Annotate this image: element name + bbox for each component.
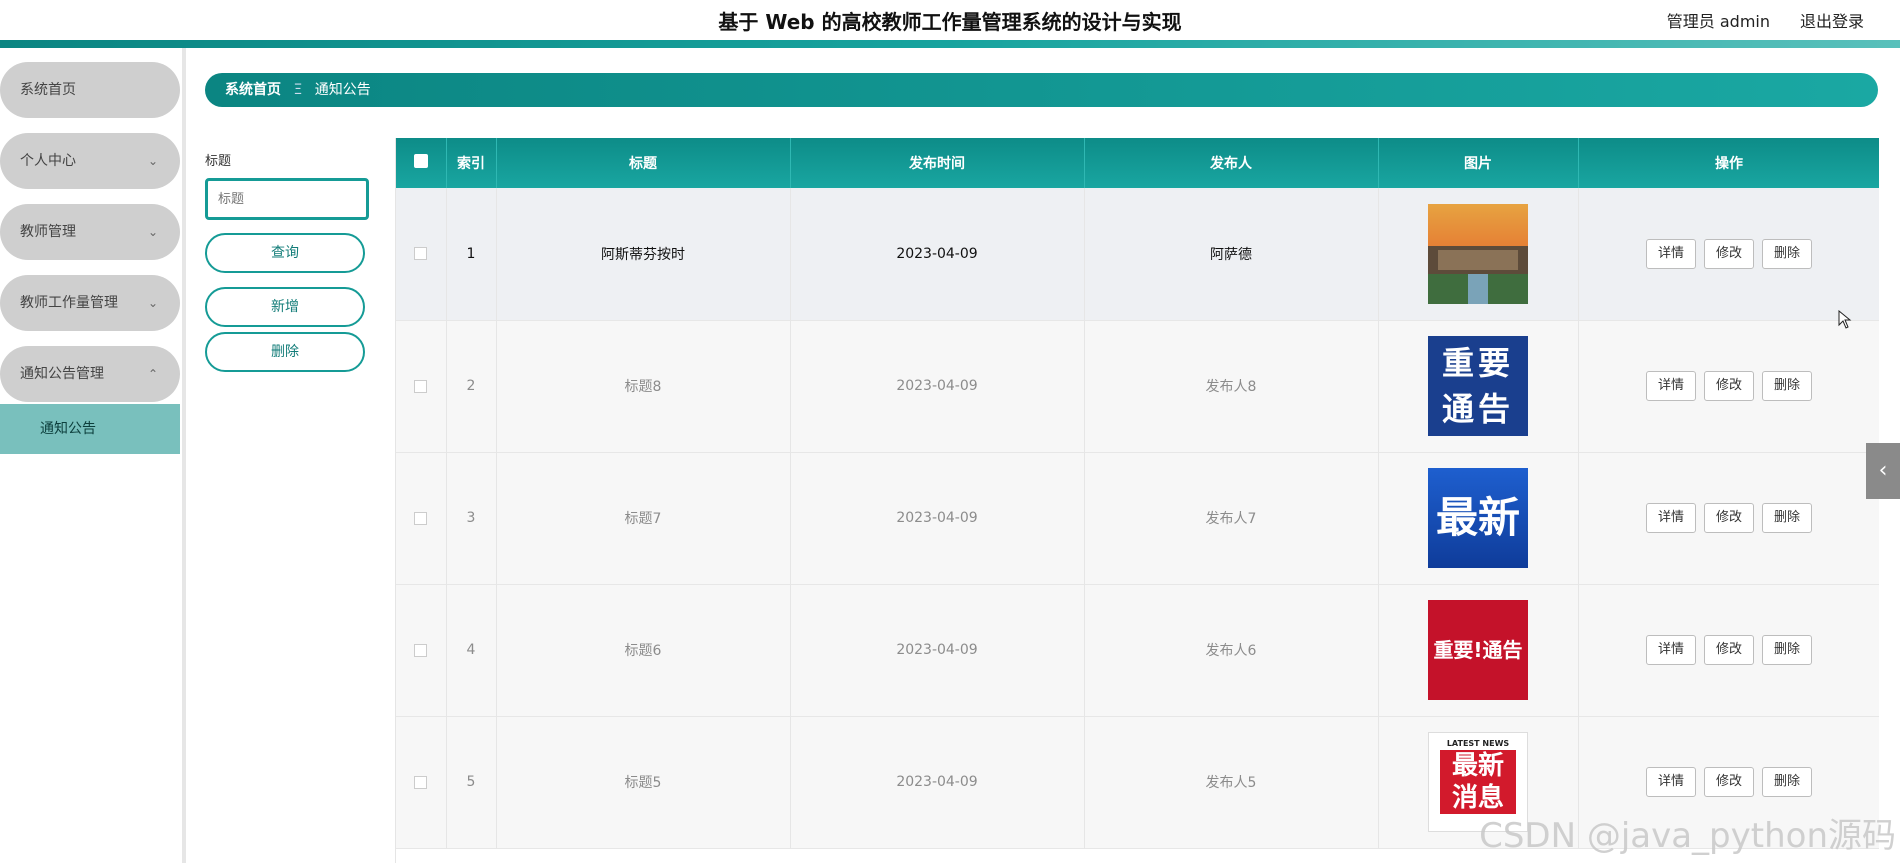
row-date: 2023-04-09: [790, 452, 1085, 584]
sidebar-item-label: 教师工作量管理: [20, 295, 118, 311]
sidebar-item-label: 教师管理: [20, 224, 76, 240]
mouse-cursor-icon: [1838, 310, 1852, 329]
sidebar-item-workload-management[interactable]: 教师工作量管理 ⌄: [0, 275, 180, 331]
chevron-left-icon: ‹: [1878, 458, 1888, 483]
column-header-title: 标题: [496, 138, 791, 188]
app-title: 基于 Web 的高校教师工作量管理系统的设计与实现: [718, 10, 1182, 34]
row-title: 标题8: [496, 320, 791, 452]
breadcrumb-separator: Ξ: [293, 82, 303, 98]
header-accent-bar: [0, 40, 1900, 48]
row-publisher: 阿萨德: [1084, 188, 1379, 320]
row-checkbox[interactable]: [414, 247, 428, 261]
search-label: 标题: [205, 154, 232, 169]
row-date: 2023-04-09: [790, 716, 1085, 848]
sidebar-item-personal-center[interactable]: 个人中心 ⌄: [0, 133, 180, 189]
add-button[interactable]: 新增: [205, 287, 365, 327]
edit-button[interactable]: 修改: [1704, 767, 1754, 797]
row-index: 2: [446, 320, 497, 452]
detail-button[interactable]: 详情: [1646, 371, 1696, 401]
table-row: 3 标题7 2023-04-09 发布人7 最新 详情 修改 删除: [396, 452, 1879, 584]
row-title: 标题5: [496, 716, 791, 848]
row-delete-button[interactable]: 删除: [1762, 635, 1812, 665]
table-row: 2 标题8 2023-04-09 发布人8 重要通告 详情 修改 删除: [396, 320, 1879, 452]
notice-image-text: 重要!通告: [1433, 638, 1523, 662]
column-header-publisher: 发布人: [1084, 138, 1379, 188]
row-delete-button[interactable]: 删除: [1762, 238, 1812, 269]
column-header-date: 发布时间: [790, 138, 1085, 188]
row-index: 1: [446, 188, 497, 320]
sidebar-item-label: 系统首页: [20, 82, 76, 98]
notice-image-subtext: LATEST NEWS: [1446, 739, 1510, 748]
column-header-image: 图片: [1378, 138, 1579, 188]
row-title: 标题7: [496, 452, 791, 584]
sidebar-subitem-notice[interactable]: 通知公告: [0, 404, 180, 454]
notice-image: 重要通告: [1428, 336, 1528, 436]
breadcrumb-home[interactable]: 系统首页: [225, 82, 281, 98]
notice-image-text: 重要通告: [1441, 344, 1514, 428]
detail-button[interactable]: 详情: [1646, 503, 1696, 533]
row-delete-button[interactable]: 删除: [1762, 767, 1812, 797]
row-publisher: 发布人8: [1084, 320, 1379, 452]
row-checkbox[interactable]: [414, 379, 428, 393]
notice-image-text: 最新: [1435, 493, 1520, 542]
edit-button[interactable]: 修改: [1704, 238, 1754, 269]
row-publisher: 发布人7: [1084, 452, 1379, 584]
title-search-input[interactable]: [205, 178, 369, 220]
detail-button[interactable]: 详情: [1646, 635, 1696, 665]
row-index: 5: [446, 716, 497, 848]
detail-button[interactable]: 详情: [1646, 767, 1696, 797]
notice-image: 最新: [1428, 468, 1528, 568]
sidebar-item-label: 通知公告管理: [20, 366, 104, 382]
detail-button[interactable]: 详情: [1646, 238, 1696, 269]
row-date: 2023-04-09: [790, 320, 1085, 452]
row-date: 2023-04-09: [790, 188, 1085, 320]
row-checkbox[interactable]: [414, 511, 428, 525]
select-all-checkbox[interactable]: [396, 138, 447, 188]
sidebar-item-label: 个人中心: [20, 153, 76, 169]
notice-image-text: 最新消息: [1440, 750, 1516, 814]
table-row: 4 标题6 2023-04-09 发布人6 重要!通告 详情 修改 删除: [396, 584, 1879, 716]
row-title: 标题6: [496, 584, 791, 716]
table-header-row: 索引 标题 发布时间 发布人 图片 操作: [396, 138, 1879, 188]
sidebar-item-notice-management[interactable]: 通知公告管理 ⌃: [0, 346, 180, 402]
row-delete-button[interactable]: 删除: [1762, 371, 1812, 401]
row-checkbox[interactable]: [414, 775, 428, 789]
breadcrumb: 系统首页 Ξ 通知公告: [205, 73, 1878, 107]
row-title: 阿斯蒂芬按时: [496, 188, 791, 320]
row-publisher: 发布人5: [1084, 716, 1379, 848]
sidebar-item-teacher-management[interactable]: 教师管理 ⌄: [0, 204, 180, 260]
row-publisher: 发布人6: [1084, 584, 1379, 716]
sidebar: 系统首页 个人中心 ⌄ 教师管理 ⌄ 教师工作量管理 ⌄ 通知公告管理 ⌃ 通知…: [0, 48, 186, 863]
breadcrumb-current: 通知公告: [314, 82, 371, 98]
table-row: 1 阿斯蒂芬按时 2023-04-09 阿萨德 详情 修改 删除: [396, 188, 1879, 320]
chevron-down-icon: ⌄: [147, 154, 158, 168]
row-delete-button[interactable]: 删除: [1762, 503, 1812, 533]
edit-button[interactable]: 修改: [1704, 635, 1754, 665]
chevron-down-icon: ⌄: [147, 296, 158, 310]
collapse-panel-tab[interactable]: ‹: [1866, 443, 1900, 499]
column-header-actions: 操作: [1578, 138, 1879, 188]
delete-button[interactable]: 删除: [205, 332, 365, 372]
edit-button[interactable]: 修改: [1704, 503, 1754, 533]
row-checkbox[interactable]: [414, 643, 428, 657]
chevron-down-icon: ⌄: [147, 225, 158, 239]
query-button[interactable]: 查询: [205, 233, 365, 273]
column-header-index: 索引: [446, 138, 497, 188]
watermark: CSDN @java_python源码: [1479, 816, 1896, 856]
row-date: 2023-04-09: [790, 584, 1085, 716]
row-index: 3: [446, 452, 497, 584]
campus-photo-image: [1428, 203, 1528, 304]
row-index: 4: [446, 584, 497, 716]
notice-table: 索引 标题 发布时间 发布人 图片 操作 1 阿斯蒂芬按时 2023-04-09…: [395, 138, 1879, 863]
logout-button[interactable]: 退出登录: [1800, 8, 1864, 32]
header: 基于 Web 的高校教师工作量管理系统的设计与实现 管理员 admin 退出登录: [0, 0, 1900, 40]
user-info: 管理员 admin: [1666, 12, 1770, 31]
sidebar-item-home[interactable]: 系统首页: [0, 62, 180, 118]
notice-image: 重要!通告: [1428, 600, 1528, 700]
edit-button[interactable]: 修改: [1704, 371, 1754, 401]
chevron-up-icon: ⌃: [147, 367, 158, 381]
